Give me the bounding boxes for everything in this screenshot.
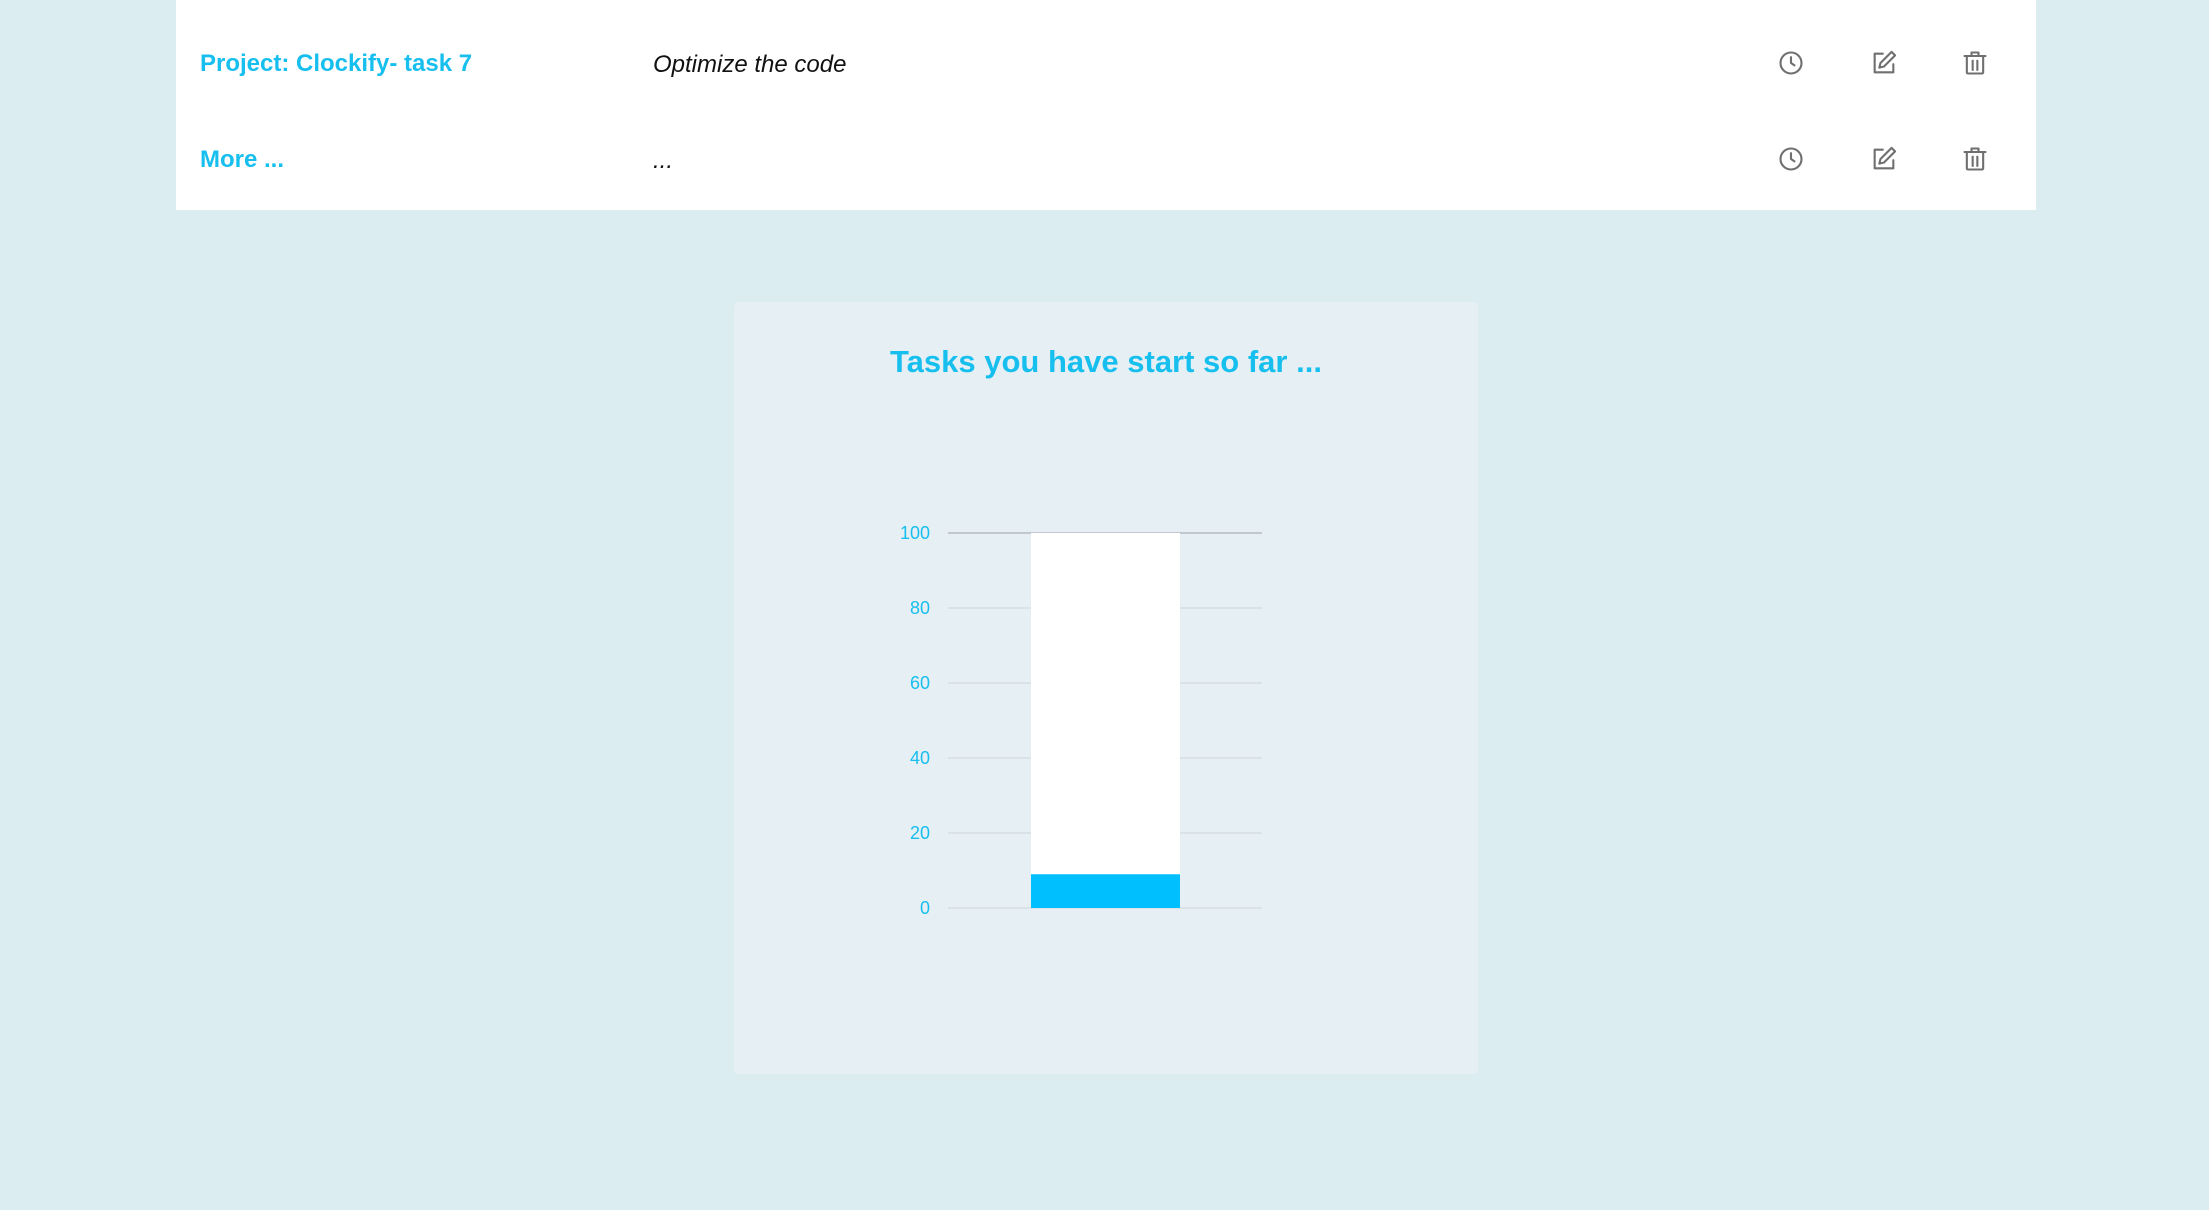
edit-icon[interactable] xyxy=(1867,142,1901,176)
clock-icon[interactable] xyxy=(1774,46,1808,80)
chart-card: Tasks you have start so far ... 0 20 40 60 8… xyxy=(734,302,1478,1074)
bar-track xyxy=(1031,533,1180,908)
y-tick-label: 0 xyxy=(920,898,930,918)
y-tick-label: 20 xyxy=(910,823,930,843)
task-description: ... xyxy=(653,147,674,174)
edit-icon[interactable] xyxy=(1867,46,1901,80)
y-tick-label: 40 xyxy=(910,748,930,768)
y-tick-label: 80 xyxy=(910,598,930,618)
y-tick-label: 60 xyxy=(910,673,930,693)
task-project-link[interactable]: Project: Clockify- task 7 xyxy=(200,50,472,78)
task-description: Optimize the code xyxy=(653,51,847,78)
y-tick-label: 100 xyxy=(900,523,930,543)
clock-icon[interactable] xyxy=(1774,142,1808,176)
task-table: Project: Clockify- task 7 Optimize the c… xyxy=(176,0,2036,210)
more-tasks-link[interactable]: More ... xyxy=(200,146,284,174)
task-row: More ... ... xyxy=(176,112,2036,208)
bar xyxy=(1031,874,1180,908)
task-row: Project: Clockify- task 7 Optimize the c… xyxy=(176,16,2036,112)
trash-icon[interactable] xyxy=(1958,142,1992,176)
trash-icon[interactable] xyxy=(1958,46,1992,80)
bar-chart: 0 20 40 60 80 100 xyxy=(900,523,1262,918)
